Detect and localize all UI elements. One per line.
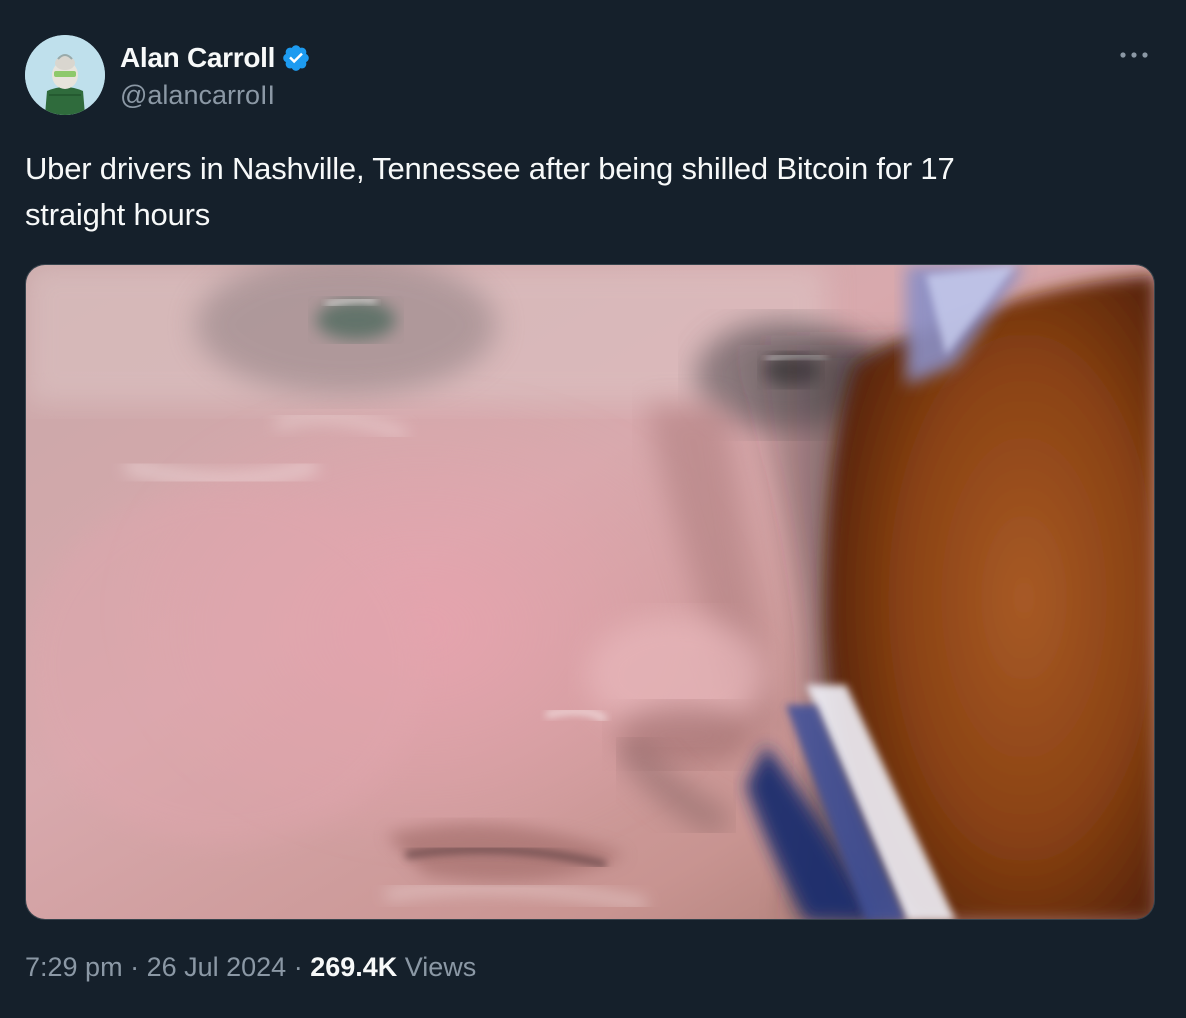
author-handle[interactable]: @alancarroII: [120, 80, 311, 111]
more-options-icon[interactable]: [1114, 40, 1154, 70]
views-count[interactable]: 269.4K: [310, 952, 397, 983]
tweet-time[interactable]: 7:29 pm: [25, 952, 123, 983]
verified-badge-icon[interactable]: [281, 43, 311, 73]
avatar-image: [25, 35, 105, 115]
author-info: Alan Carroll @alancarroII: [120, 38, 311, 111]
meme-photo: [26, 265, 1154, 919]
meta-separator: ·: [122, 952, 147, 982]
tweet-text-line: Uber drivers in Nashville, Tennessee aft…: [25, 151, 955, 186]
tweet-media-image[interactable]: [25, 264, 1155, 920]
meta-separator: ·: [286, 952, 311, 982]
tweet-date[interactable]: 26 Jul 2024: [147, 952, 287, 983]
author-name-row: Alan Carroll: [120, 38, 311, 78]
author-avatar[interactable]: [25, 35, 105, 115]
tweet-metadata: 7:29 pm · 26 Jul 2024 · 269.4K Views: [25, 952, 476, 983]
tweet-text: Uber drivers in Nashville, Tennessee aft…: [25, 146, 1145, 238]
author-display-name[interactable]: Alan Carroll: [120, 42, 275, 74]
views-label: Views: [397, 952, 477, 982]
tweet-text-line: straight hours: [25, 197, 211, 232]
tweet-card: Alan Carroll @alancarroII Uber drivers i…: [0, 0, 1186, 1018]
